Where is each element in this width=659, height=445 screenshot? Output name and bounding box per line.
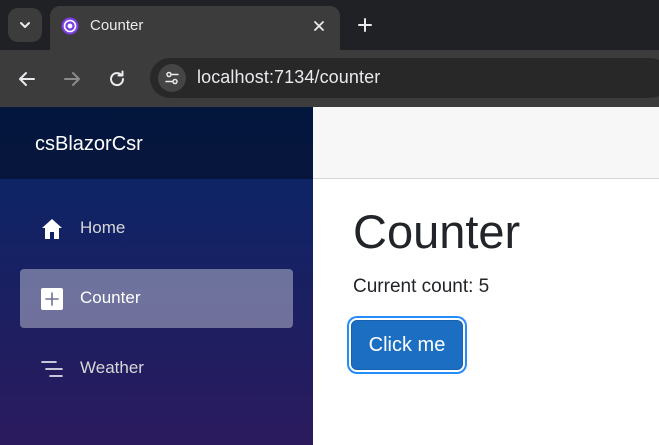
new-tab-button[interactable]: [352, 12, 378, 38]
home-icon: [42, 219, 62, 239]
address-bar[interactable]: localhost:7134/counter: [150, 58, 659, 98]
brand-title[interactable]: csBlazorCsr: [35, 133, 143, 156]
arrow-left-icon: [19, 72, 35, 86]
brand-bar: csBlazorCsr: [0, 107, 313, 179]
list-icon: [41, 361, 63, 377]
arrow-right-icon: [64, 72, 80, 86]
tab-title: Counter: [90, 17, 144, 34]
reload-button[interactable]: [103, 65, 131, 93]
nav-label-counter: Counter: [80, 288, 141, 307]
chevron-down-icon: [20, 22, 30, 28]
top-row: [313, 107, 659, 179]
browser-toolbar: localhost:7134/counter: [0, 50, 659, 107]
current-count-text: Current count: 5: [353, 276, 490, 297]
tab-close-button[interactable]: [308, 15, 330, 37]
page-title: Counter: [353, 205, 521, 258]
forward-button[interactable]: [58, 65, 86, 93]
nav-item-home[interactable]: Home: [20, 199, 293, 258]
reload-icon: [110, 70, 125, 87]
back-button[interactable]: [13, 65, 41, 93]
plus-square-icon: [41, 288, 63, 310]
nav-item-weather[interactable]: Weather: [20, 339, 293, 398]
browser-tab-strip: Counter: [0, 0, 659, 50]
blazor-favicon-icon: [61, 17, 79, 35]
plus-icon: [358, 18, 372, 32]
url-text: localhost:7134/counter: [197, 67, 381, 87]
nav-label-weather: Weather: [80, 358, 144, 377]
close-icon: [314, 21, 324, 31]
nav-label-home: Home: [80, 218, 126, 237]
click-me-button[interactable]: Click me: [351, 320, 463, 370]
nav-item-counter[interactable]: Counter: [20, 269, 293, 328]
sidebar: csBlazorCsr Home Counter Weather: [0, 107, 313, 445]
tune-icon: [165, 71, 179, 85]
site-info-button[interactable]: [158, 64, 186, 92]
browser-tab[interactable]: Counter: [50, 6, 340, 50]
tab-search-button[interactable]: [8, 8, 42, 42]
